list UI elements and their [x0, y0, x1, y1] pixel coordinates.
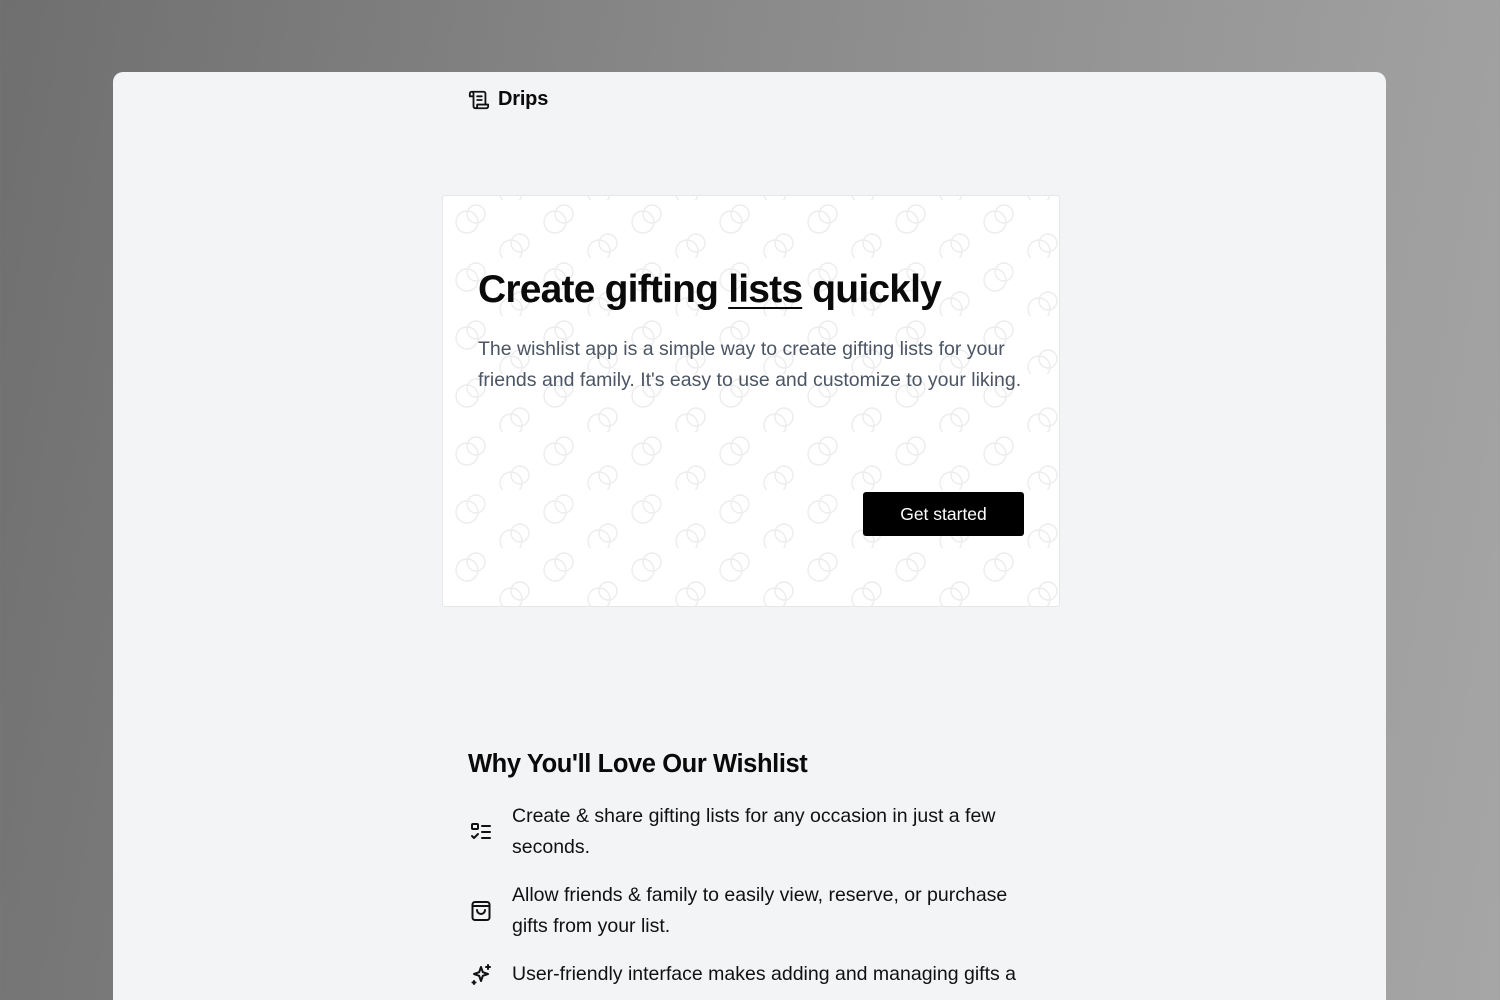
- hero-title-end: quickly: [802, 268, 942, 311]
- hero-title-start: Create gifting: [478, 268, 729, 311]
- hero-title-highlight: lists: [728, 268, 803, 311]
- hero-content: Create gifting lists quickly The wishlis…: [478, 266, 1038, 396]
- features-section: Why You'll Love Our Wishlist Create & sh…: [468, 750, 1048, 1000]
- feature-item: Allow friends & family to easily view, r…: [468, 880, 1048, 942]
- feature-text: User-friendly interface makes adding and…: [512, 963, 1017, 985]
- feature-text: Create & share gifting lists for any occ…: [512, 805, 996, 858]
- features-title: Why You'll Love Our Wishlist: [468, 750, 808, 778]
- feature-item: User-friendly interface makes adding and…: [468, 959, 1048, 990]
- hero-title: Create gifting lists quickly: [478, 266, 1038, 314]
- shopping-bag-icon: [468, 899, 494, 923]
- feature-item: Create & share gifting lists for any occ…: [468, 801, 1048, 863]
- sparkles-icon: [468, 963, 494, 987]
- hero-description: The wishlist app is a simple way to crea…: [478, 338, 1022, 391]
- hero-background-pattern: [443, 196, 1059, 606]
- get-started-button[interactable]: Get started: [863, 492, 1024, 536]
- list-check-icon: [468, 820, 494, 844]
- hero-card: Create gifting lists quickly The wishlis…: [442, 195, 1060, 607]
- feature-text: Allow friends & family to easily view, r…: [512, 884, 1008, 937]
- scroll-icon: [468, 89, 490, 111]
- app-window: Drips Create gifting lists quickly The w…: [113, 72, 1386, 1000]
- brand[interactable]: Drips: [468, 88, 548, 111]
- brand-name: Drips: [498, 88, 549, 110]
